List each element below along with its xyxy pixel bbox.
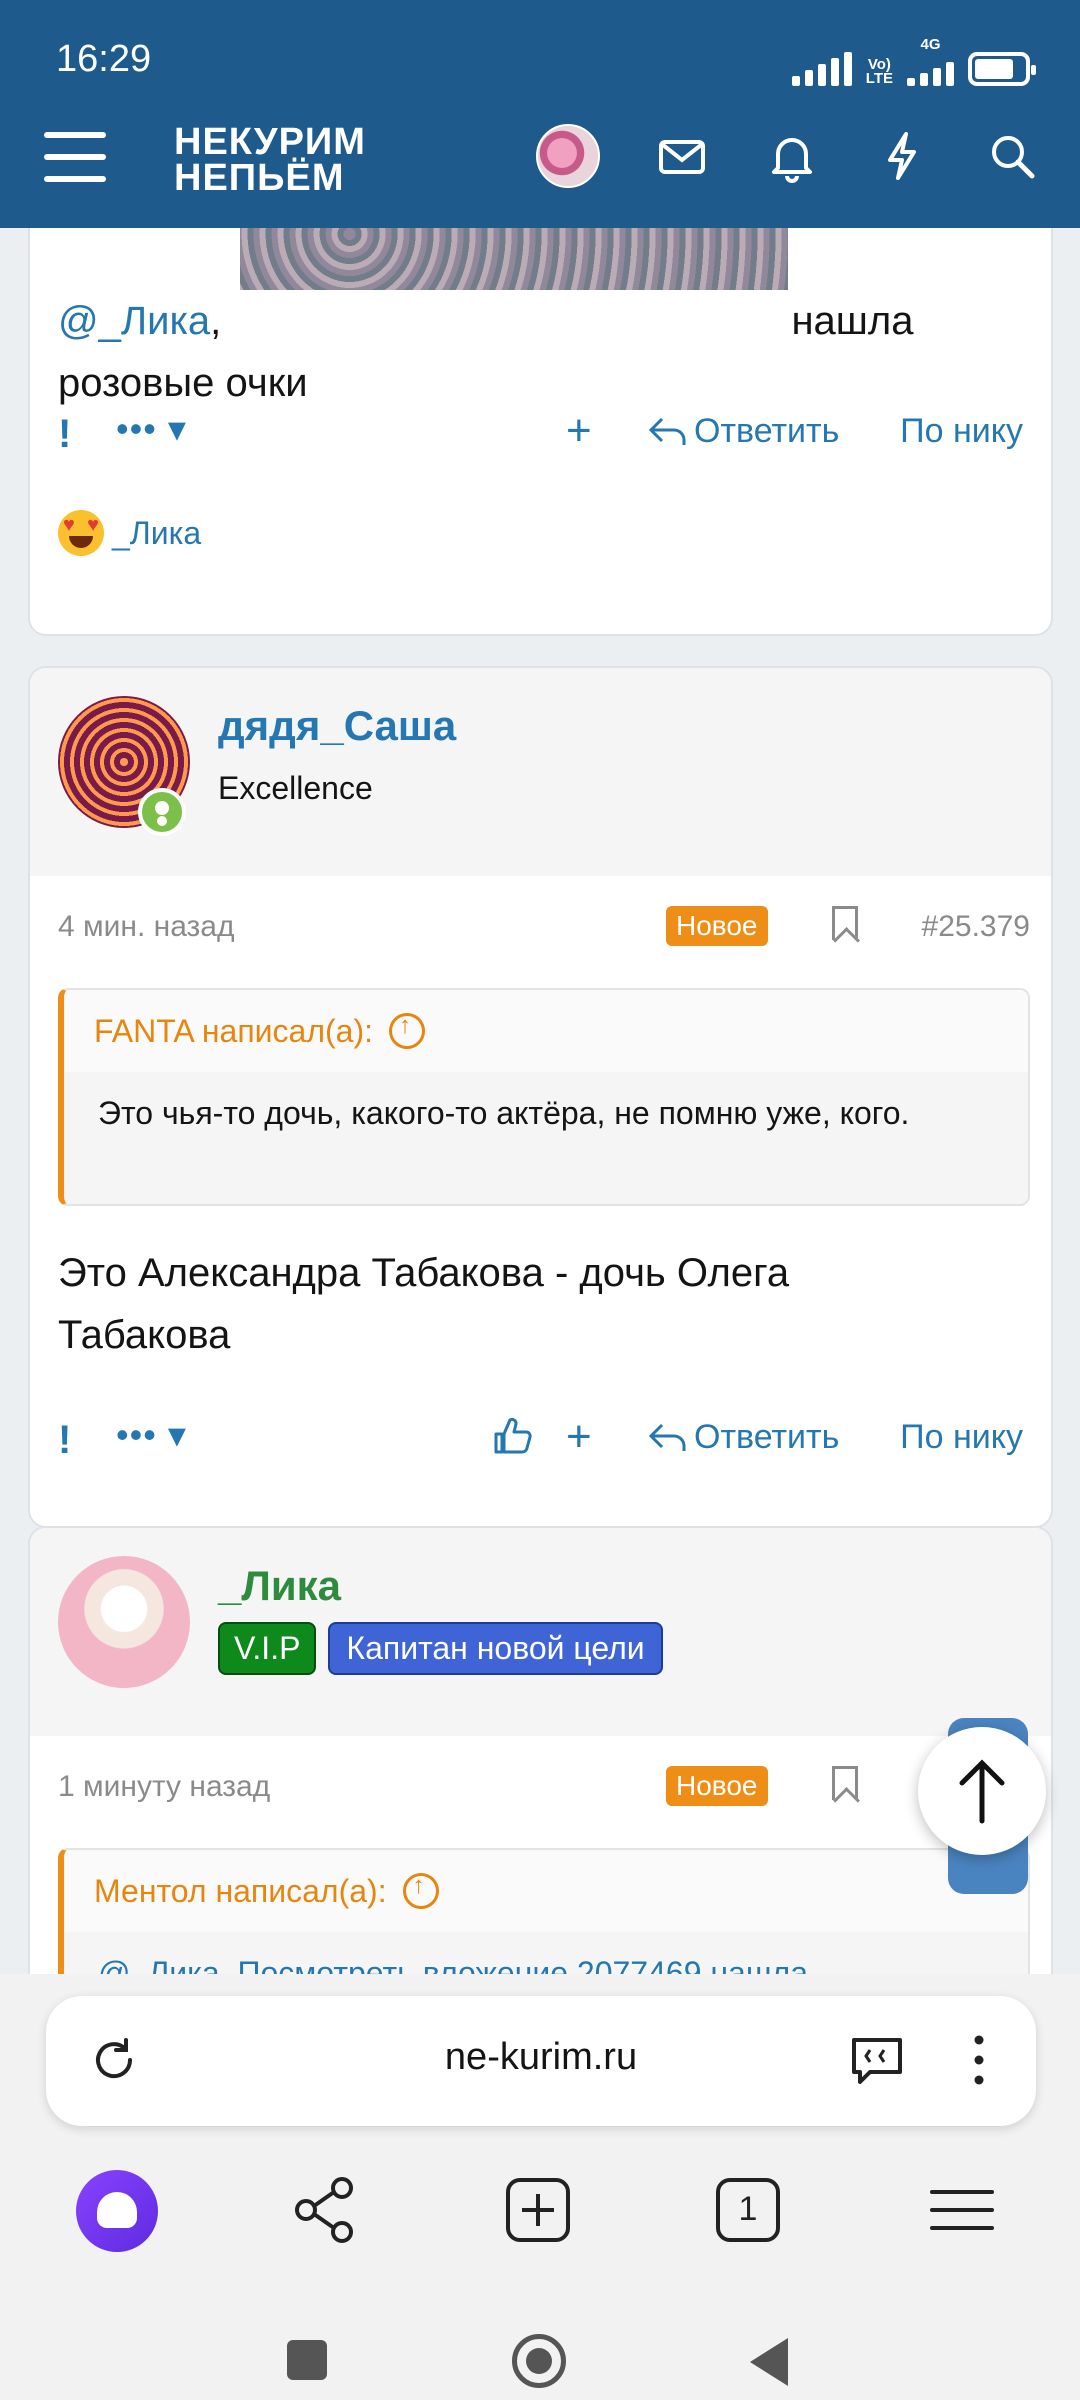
scroll-to-top-button[interactable] <box>918 1727 1046 1855</box>
site-logo[interactable]: НЕКУРИМ НЕПЬЁМ <box>174 121 366 199</box>
reply-label: Ответить <box>694 1418 840 1456</box>
more-vert-icon[interactable] <box>974 2032 984 2088</box>
user-header: _Лика V.I.P Капитан новой цели <box>30 1528 1051 1736</box>
multiquote-button[interactable]: + <box>566 1412 592 1462</box>
post-card: _Лика V.I.P Капитан новой цели 1 минуту … <box>28 1526 1053 1974</box>
post-card: дядя_Саша Excellence 4 мин. назад Новое … <box>28 666 1053 1528</box>
post-time[interactable]: 4 мин. назад <box>58 910 235 943</box>
tabs-icon[interactable]: 1 <box>708 2170 788 2250</box>
network-type-label: 4G <box>920 36 941 53</box>
quote-block: FANTA написал(а): Это чья-то дочь, каког… <box>58 988 1030 1206</box>
post-meta: 4 мин. назад Новое #25.379 <box>58 906 1030 946</box>
thread-content: @_Лика, нашла розовые очки ! ••• ▾ + Отв… <box>0 228 1080 1974</box>
recents-button[interactable] <box>287 2340 327 2380</box>
quote-bubble-icon[interactable] <box>848 2034 906 2086</box>
avatar[interactable] <box>58 1556 190 1688</box>
comma: , <box>210 299 222 343</box>
status-time: 16:29 <box>56 38 152 80</box>
reply-label: Ответить <box>694 412 840 450</box>
attachment-image[interactable] <box>240 228 788 290</box>
username[interactable]: _Лика <box>218 1562 341 1610</box>
online-status-icon <box>138 788 186 836</box>
bell-icon[interactable] <box>764 128 820 184</box>
reply-icon <box>648 417 686 445</box>
wifi-signal-icon <box>791 52 852 86</box>
more-menu-button[interactable]: ••• ▾ <box>116 408 187 450</box>
quote-author: Ментол написал(а): <box>94 1872 387 1909</box>
reaction-user[interactable]: _Лика <box>112 515 201 552</box>
address-bar[interactable]: ne-kurim.ru <box>46 1996 1036 2126</box>
quote-text: @_Лика, Посмотреть вложение 2077469 нашл… <box>98 1955 808 1974</box>
report-button[interactable]: ! <box>58 1418 71 1463</box>
app-header: 16:29 Vo) LTE 4G НЕКУРИМ НЕПЬЁМ <box>0 0 1080 228</box>
jump-to-quote-icon[interactable] <box>389 1012 426 1049</box>
logo-line2: НЕПЬЁМ <box>174 157 345 199</box>
quote-header[interactable]: FANTA написал(а): <box>64 990 1028 1072</box>
post-meta: 1 минуту назад Новое # <box>58 1766 1030 1806</box>
post-text-after: нашла <box>780 299 914 343</box>
heart-eyes-emoji-icon <box>58 510 104 556</box>
username[interactable]: дядя_Саша <box>218 702 456 750</box>
bookmark-icon[interactable] <box>832 1766 858 1800</box>
menu-icon[interactable] <box>922 2170 1002 2250</box>
home-button[interactable] <box>512 2334 566 2388</box>
reply-icon <box>648 1423 686 1451</box>
post-actions: ! ••• ▾ + Ответить По нику <box>30 1412 1051 1472</box>
quote-author: FANTA написал(а): <box>94 1012 374 1049</box>
battery-icon <box>968 52 1036 86</box>
share-icon[interactable] <box>286 2170 366 2250</box>
status-bar: 16:29 Vo) LTE 4G <box>0 0 1080 120</box>
system-nav-bar <box>0 2310 1080 2400</box>
volte-label: Vo) LTE <box>865 56 893 87</box>
cell-signal-icon: 4G <box>907 36 954 86</box>
post-number[interactable]: #25.379 <box>922 910 1030 944</box>
reply-button[interactable]: Ответить <box>648 412 839 451</box>
like-icon[interactable] <box>490 1414 534 1458</box>
logo-line1: НЕКУРИМ <box>174 121 366 163</box>
user-header: дядя_Саша Excellence <box>30 668 1051 876</box>
nav-bar: НЕКУРИМ НЕПЬЁМ <box>0 120 1080 228</box>
post-text: Это Александра Табакова - дочь Олега Таб… <box>58 1251 790 1357</box>
quote-header[interactable]: Ментол написал(а): <box>64 1850 1028 1932</box>
user-title: Excellence <box>218 770 373 806</box>
quote-block: Ментол написал(а): @_Лика, Посмотреть вл… <box>58 1848 1030 1974</box>
multiquote-button[interactable]: + <box>566 406 592 456</box>
lightning-icon[interactable] <box>874 128 930 184</box>
post-actions: ! ••• ▾ + Ответить По нику <box>30 406 1051 466</box>
vip-badge: V.I.P <box>218 1622 317 1675</box>
arrow-up-icon <box>959 1759 1005 1824</box>
search-icon[interactable] <box>984 128 1040 184</box>
reply-button[interactable]: Ответить <box>648 1418 839 1457</box>
quote-text: Это чья-то дочь, какого-то актёра, не по… <box>98 1095 910 1131</box>
more-menu-button[interactable]: ••• ▾ <box>116 1414 187 1456</box>
by-nick-button[interactable]: По нику <box>900 412 1023 451</box>
bookmark-icon[interactable] <box>832 906 858 940</box>
tab-count: 1 <box>738 2190 758 2228</box>
menu-icon[interactable] <box>44 132 106 182</box>
alice-icon[interactable] <box>76 2170 158 2252</box>
mail-icon[interactable] <box>654 128 710 184</box>
browser-toolbar: 1 <box>0 2170 1080 2290</box>
captain-badge: Капитан новой цели <box>328 1622 663 1675</box>
by-nick-button[interactable]: По нику <box>900 1418 1023 1457</box>
user-badges: V.I.P Капитан новой цели <box>218 1622 663 1675</box>
status-icons: Vo) LTE 4G <box>791 36 1036 87</box>
back-button[interactable] <box>750 2338 788 2386</box>
report-button[interactable]: ! <box>58 412 71 457</box>
post-time[interactable]: 1 минуту назад <box>58 1770 270 1803</box>
new-badge: Новое <box>666 906 768 946</box>
post-text: @_Лика, нашла розовые очки <box>58 228 1028 414</box>
avatar[interactable] <box>536 124 600 188</box>
mention-link[interactable]: @_Лика <box>58 299 210 343</box>
new-tab-icon[interactable] <box>498 2170 578 2250</box>
reaction-summary[interactable]: _Лика <box>58 510 201 556</box>
jump-to-quote-icon[interactable] <box>402 1872 439 1909</box>
post-text-line2: розовые очки <box>58 361 308 405</box>
new-badge: Новое <box>666 1766 768 1806</box>
post-card: @_Лика, нашла розовые очки ! ••• ▾ + Отв… <box>28 228 1053 636</box>
